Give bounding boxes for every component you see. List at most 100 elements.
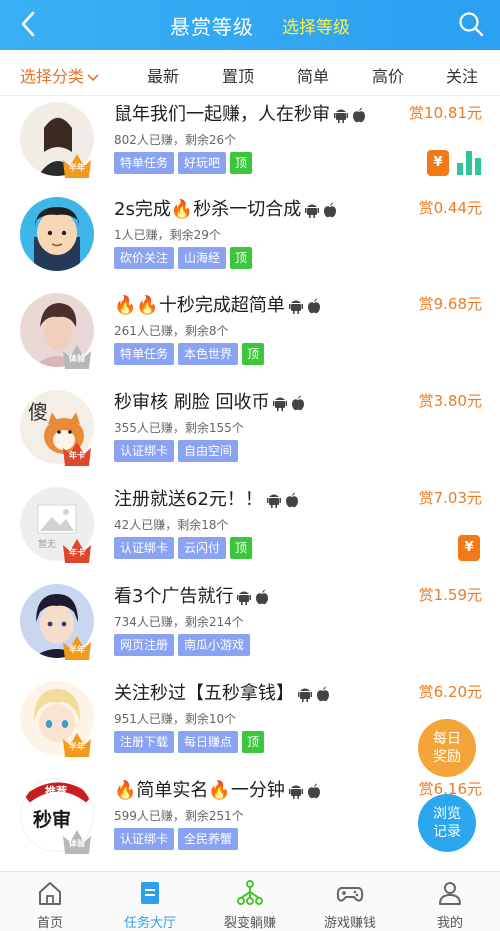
browse-history-button[interactable]: 浏览 记录	[418, 794, 476, 852]
android-icon	[266, 494, 281, 508]
task-title: 关注秒过【五秒拿钱】	[114, 679, 330, 705]
nav-fission[interactable]: 裂变躺赚	[200, 872, 300, 931]
nav-task-hall-label: 任务大厅	[123, 916, 176, 931]
task-reward: 赏0.44元	[418, 199, 482, 217]
browse-history-line2: 记录	[433, 824, 461, 840]
task-row[interactable]: 半年 看3个广告就行 734人已赚，剩余214个 网页注册 南瓜小游戏 赏1.59…	[0, 580, 500, 676]
task-reward: 赏7.03元	[418, 489, 482, 507]
vip-crown-badge: 年卡	[60, 535, 94, 565]
recommend-label: 推荐	[45, 785, 67, 798]
task-title-text: 秒审核 刷脸 回收币	[114, 392, 270, 413]
task-tag: 特单任务	[114, 152, 175, 174]
task-reward: 赏6.20元	[418, 683, 482, 701]
task-title-text: 2s完成🔥秒杀一切合成	[114, 199, 302, 220]
task-row[interactable]: 2s完成🔥秒杀一切合成 1人已赚，剩余29个 砍价关注 山海经顶 赏0.44元	[0, 193, 500, 289]
task-reward: 赏3.80元	[418, 392, 482, 410]
daily-reward-line2: 奖励	[433, 749, 461, 765]
top-header: 悬赏等级 选择等级	[0, 0, 500, 50]
nav-fission-label: 裂变躺赚	[223, 916, 276, 931]
crown-label: 半年	[69, 645, 85, 654]
filter-follow[interactable]: 关注	[446, 63, 478, 87]
android-icon	[298, 688, 312, 702]
task-meta: 261人已赚，剩余8个	[114, 324, 229, 338]
daily-reward-line1: 每日	[433, 731, 461, 747]
android-icon	[273, 397, 288, 411]
task-row[interactable]: 暂无 年卡 注册就送62元！！ 42人已赚，剩余18个 认证绑卡 云闪付顶 赏7.…	[0, 483, 500, 579]
task-row[interactable]: 傻 年卡 秒审核 刷脸 回收币 355人已赚，剩余155个 认证绑卡 自由空间 赏…	[0, 386, 500, 482]
bottom-nav: 首页 任务大厅 裂变躺赚 游戏赚钱 我的	[0, 871, 500, 931]
task-meta: 599人已赚，剩余251个	[114, 809, 244, 823]
nav-games[interactable]: 游戏赚钱	[300, 872, 400, 931]
pinned-tag: 顶	[230, 247, 253, 269]
apple-icon	[324, 202, 337, 218]
task-tag: 本色世界	[178, 343, 239, 365]
task-title: 鼠年我们一起赚，人在秒审	[114, 100, 366, 126]
task-tag: 注册下载	[114, 731, 175, 753]
android-icon	[288, 300, 303, 314]
vip-crown-badge: 半年	[60, 729, 94, 759]
android-icon	[288, 785, 303, 799]
task-title: 注册就送62元！！	[114, 485, 299, 511]
task-title-text: 关注秒过【五秒拿钱】	[114, 683, 294, 704]
task-tag: 特单任务	[114, 343, 175, 365]
task-tag: 认证绑卡	[114, 828, 175, 850]
task-row[interactable]: 半年 鼠年我们一起赚，人在秒审 802人已赚，剩余26个 特单任务 好玩吧顶 赏1…	[0, 98, 500, 194]
select-level-button[interactable]: 选择等级	[282, 13, 350, 38]
task-reward: 赏9.68元	[418, 295, 482, 313]
yuan-coin-icon: ¥	[458, 535, 480, 561]
filter-category[interactable]: 选择分类	[20, 63, 100, 87]
avatar-glyph: 傻	[28, 400, 48, 424]
pinned-tag: 顶	[242, 731, 265, 753]
vip-crown-badge: 半年	[60, 632, 94, 662]
task-title-text: 🔥简单实名🔥一分钟	[114, 780, 285, 801]
pinned-tag: 顶	[242, 343, 265, 365]
fission-icon	[237, 880, 263, 905]
vip-crown-badge: 年卡	[60, 438, 94, 468]
crown-label: 体验	[69, 839, 85, 848]
apple-icon	[317, 686, 329, 702]
task-tags: 砍价关注 山海经顶	[114, 247, 256, 271]
task-reward: 赏10.81元	[409, 104, 482, 122]
filter-high-price[interactable]: 高价	[372, 63, 404, 87]
crown-label: 年卡	[69, 451, 85, 460]
nav-task-hall[interactable]: 任务大厅	[100, 872, 200, 931]
android-icon	[334, 109, 348, 123]
back-arrow-icon[interactable]	[14, 9, 44, 39]
task-tags: 特单任务 本色世界顶	[114, 343, 268, 367]
vip-crown-badge: 体验	[60, 341, 94, 371]
crown-label: 体验	[69, 354, 85, 363]
task-tag: 砍价关注	[114, 247, 175, 269]
crown-label: 年卡	[69, 548, 85, 557]
daily-reward-button[interactable]: 每日 奖励	[418, 719, 476, 777]
crown-label: 半年	[69, 742, 85, 751]
task-tag: 全民养蟹	[178, 828, 239, 850]
task-tag: 山海经	[178, 247, 227, 269]
filter-simple[interactable]: 简单	[297, 63, 329, 87]
task-meta: 734人已赚，剩余214个	[114, 615, 244, 629]
task-tags: 网页注册 南瓜小游戏	[114, 634, 254, 658]
pinned-tag: 顶	[230, 152, 253, 174]
task-row[interactable]: 体验 🔥🔥十秒完成超简单 261人已赚，剩余8个 特单任务 本色世界顶 赏9.68…	[0, 289, 500, 385]
apple-icon	[256, 589, 269, 605]
apple-icon	[307, 298, 320, 314]
filter-latest[interactable]: 最新	[147, 63, 179, 87]
filter-pinned[interactable]: 置顶	[222, 63, 254, 87]
vip-crown-badge: 半年	[60, 150, 94, 180]
task-tag: 云闪付	[178, 537, 227, 559]
browse-history-line1: 浏览	[433, 806, 461, 822]
task-meta: 951人已赚，剩余10个	[114, 712, 237, 726]
gamepad-icon	[336, 887, 364, 902]
task-title: 秒审核 刷脸 回收币	[114, 388, 305, 414]
task-tags: 注册下载 每日赚点顶	[114, 731, 268, 755]
task-tags: 认证绑卡 云闪付顶	[114, 537, 256, 561]
task-tag: 网页注册	[114, 634, 175, 656]
task-tag: 南瓜小游戏	[178, 634, 251, 656]
nav-games-label: 游戏赚钱	[323, 916, 376, 931]
task-title: 看3个广告就行	[114, 582, 269, 608]
search-icon[interactable]	[456, 9, 486, 39]
avatar-placeholder-text: 暂无	[38, 540, 57, 550]
user-icon	[439, 882, 461, 905]
nav-me[interactable]: 我的	[400, 872, 500, 931]
nav-home[interactable]: 首页	[0, 872, 100, 931]
task-hall-icon	[141, 882, 159, 904]
